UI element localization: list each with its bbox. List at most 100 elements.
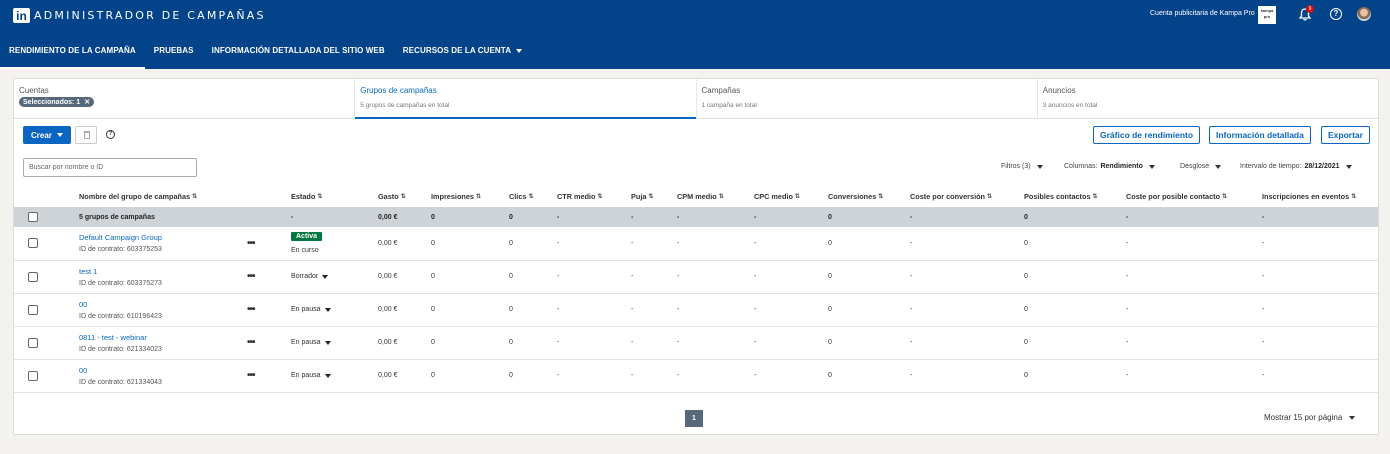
account-name[interactable]: Cuenta publicitaria de Kampa Pro — [1150, 10, 1255, 17]
row-checkbox[interactable] — [28, 238, 38, 249]
cell-clicks: 0 — [509, 260, 557, 294]
more-icon[interactable]: ••• — [247, 271, 255, 282]
tab-campaigns-count: 1 campaña en total — [701, 102, 757, 109]
delete-button[interactable] — [75, 126, 97, 144]
campaign-manager-panel: Cuentas Seleccionados: 1 ✕ Grupos de cam… — [13, 78, 1379, 435]
chevron-down-icon — [56, 133, 63, 137]
campaign-group-name-link[interactable]: 00 — [79, 300, 247, 309]
status-dropdown[interactable]: En pausa — [291, 339, 331, 346]
nav-campaign-performance[interactable]: RENDIMIENTO DE LA CAMPAÑA — [0, 41, 145, 69]
status-text: En pausa — [291, 306, 321, 313]
tab-accounts[interactable]: Cuentas Seleccionados: 1 ✕ — [14, 79, 356, 118]
sort-icon: ⇅ — [794, 194, 800, 201]
col-cost-conversion[interactable]: Coste por conversión ⇅ — [910, 185, 1024, 207]
avatar[interactable] — [1357, 7, 1371, 21]
contract-id: ID de contrato: 621334023 — [79, 345, 162, 353]
cell-conversions: 0 — [828, 260, 910, 294]
search-input[interactable] — [23, 158, 197, 177]
cell-leads: 0 — [1024, 227, 1126, 261]
col-leads[interactable]: Posibles contactos ⇅ — [1024, 185, 1126, 207]
chevron-down-icon — [1148, 164, 1155, 169]
cell-cpc: - — [754, 260, 828, 294]
col-status[interactable]: Estado ⇅ — [291, 185, 378, 207]
columns-dropdown[interactable]: Columnas: Rendimiento — [1064, 163, 1155, 170]
row-checkbox[interactable] — [28, 304, 38, 315]
col-cpc[interactable]: CPC medio ⇅ — [754, 185, 828, 207]
help-icon[interactable]: ? — [1330, 8, 1342, 20]
per-page-dropdown[interactable]: Mostrar 15 por página — [1264, 413, 1356, 422]
tab-campaigns[interactable]: Campañas 1 campaña en total — [697, 79, 1038, 118]
top-bar: in ADMINISTRADOR DE CAMPAÑAS Cuenta publ… — [0, 0, 1390, 69]
filter-bar: Filtros (3) Columnas:Rendimiento Desglos… — [23, 158, 1370, 178]
table-header: Nombre del grupo de campañas ⇅ Estado ⇅ Ga… — [14, 185, 1378, 207]
selected-accounts-chip[interactable]: Seleccionados: 1 ✕ — [19, 97, 95, 107]
cell-conversions: 0 — [828, 326, 910, 360]
more-icon[interactable]: ••• — [247, 238, 255, 249]
col-impressions-label: Impresiones — [431, 191, 474, 201]
col-cpm[interactable]: CPM medio ⇅ — [677, 185, 754, 207]
help-icon[interactable]: ? — [106, 130, 115, 139]
filters-dropdown[interactable]: Filtros (3) — [1001, 163, 1043, 170]
nav-tests[interactable]: PRUEBAS — [145, 41, 203, 69]
more-icon[interactable]: ••• — [247, 370, 255, 381]
nav-account-assets-label: RECURSOS DE LA CUENTA — [402, 46, 512, 55]
more-icon[interactable]: ••• — [247, 304, 255, 315]
col-clicks[interactable]: Clics ⇅ — [509, 185, 557, 207]
cell-ctr: - — [557, 227, 631, 261]
account-logo[interactable]: kampa pro — [1258, 6, 1276, 24]
cell-cost-lead: - — [1126, 293, 1262, 327]
col-conversions-label: Conversiones — [828, 191, 877, 201]
row-checkbox[interactable] — [28, 370, 38, 381]
summary-impressions: 0 — [431, 207, 509, 227]
cell-cost-lead: - — [1126, 227, 1262, 261]
page-1-button[interactable]: 1 — [685, 410, 703, 427]
col-impressions[interactable]: Impresiones ⇅ — [431, 185, 509, 207]
status-dropdown[interactable]: En pausa — [291, 372, 331, 379]
summary-status: - — [291, 207, 378, 227]
col-cpc-label: CPC medio — [754, 191, 793, 201]
row-checkbox[interactable] — [28, 337, 38, 348]
tab-ads[interactable]: Anuncios 3 anuncios en total — [1038, 79, 1378, 118]
cell-cpc: - — [754, 326, 828, 360]
breakdown-dropdown[interactable]: Desglose — [1180, 163, 1222, 170]
brand[interactable]: in ADMINISTRADOR DE CAMPAÑAS — [13, 8, 266, 23]
time-range-dropdown[interactable]: Intervalo de tiempo: 28/12/2021 — [1240, 163, 1352, 170]
cell-registrations: - — [1262, 359, 1378, 393]
sort-icon: ⇅ — [987, 194, 993, 201]
chip-label: Seleccionados: 1 — [23, 98, 81, 106]
cell-impressions: 0 — [431, 293, 509, 327]
summary-spend: 0,00 € — [378, 207, 431, 227]
status-dropdown[interactable]: En pausa — [291, 306, 331, 313]
more-icon[interactable]: ••• — [247, 337, 255, 348]
nav-website-insights[interactable]: INFORMACIÓN DETALLADA DEL SITIO WEB — [203, 41, 394, 69]
insights-button[interactable]: Información detallada — [1209, 126, 1311, 144]
col-name-label: Nombre del grupo de campañas — [79, 191, 191, 201]
col-ctr-label: CTR medio — [557, 191, 596, 201]
col-cost-lead[interactable]: Coste por posible contacto ⇅ — [1126, 185, 1262, 207]
cell-leads: 0 — [1024, 293, 1126, 327]
col-spend[interactable]: Gasto ⇅ — [378, 185, 431, 207]
tab-campaign-groups[interactable]: Grupos de campañas 5 grupos de campañas … — [355, 79, 697, 119]
col-registrations[interactable]: Inscripciones en eventos ⇅ — [1262, 185, 1378, 207]
summary-registrations: - — [1262, 207, 1378, 227]
nav-account-assets[interactable]: RECURSOS DE LA CUENTA — [394, 41, 531, 69]
cell-cpc: - — [754, 359, 828, 393]
table-row: 00 ID de contrato: 621334043 ••• En pausa… — [14, 359, 1378, 393]
col-conversions[interactable]: Conversiones ⇅ — [828, 185, 910, 207]
status-text: En pausa — [291, 339, 321, 346]
status-dropdown[interactable]: Borrador — [291, 273, 329, 280]
summary-cost-lead: - — [1126, 207, 1262, 227]
col-ctr[interactable]: CTR medio ⇅ — [557, 185, 631, 207]
col-name[interactable]: Nombre del grupo de campañas ⇅ — [79, 185, 247, 207]
campaign-group-name-link[interactable]: 00 — [79, 366, 247, 375]
performance-chart-button[interactable]: Gráfico de rendimiento — [1093, 126, 1201, 144]
export-button[interactable]: Exportar — [1321, 126, 1370, 144]
campaign-group-name-link[interactable]: Default Campaign Group — [79, 233, 247, 242]
select-all-checkbox[interactable] — [28, 212, 38, 222]
create-button[interactable]: Crear — [23, 126, 71, 144]
row-checkbox[interactable] — [28, 271, 38, 282]
campaign-group-name-link[interactable]: test 1 — [79, 267, 247, 276]
campaign-group-name-link[interactable]: 0811 - test - webinar — [79, 333, 247, 342]
close-icon[interactable]: ✕ — [84, 98, 90, 106]
col-bid[interactable]: Puja ⇅ — [631, 185, 677, 207]
